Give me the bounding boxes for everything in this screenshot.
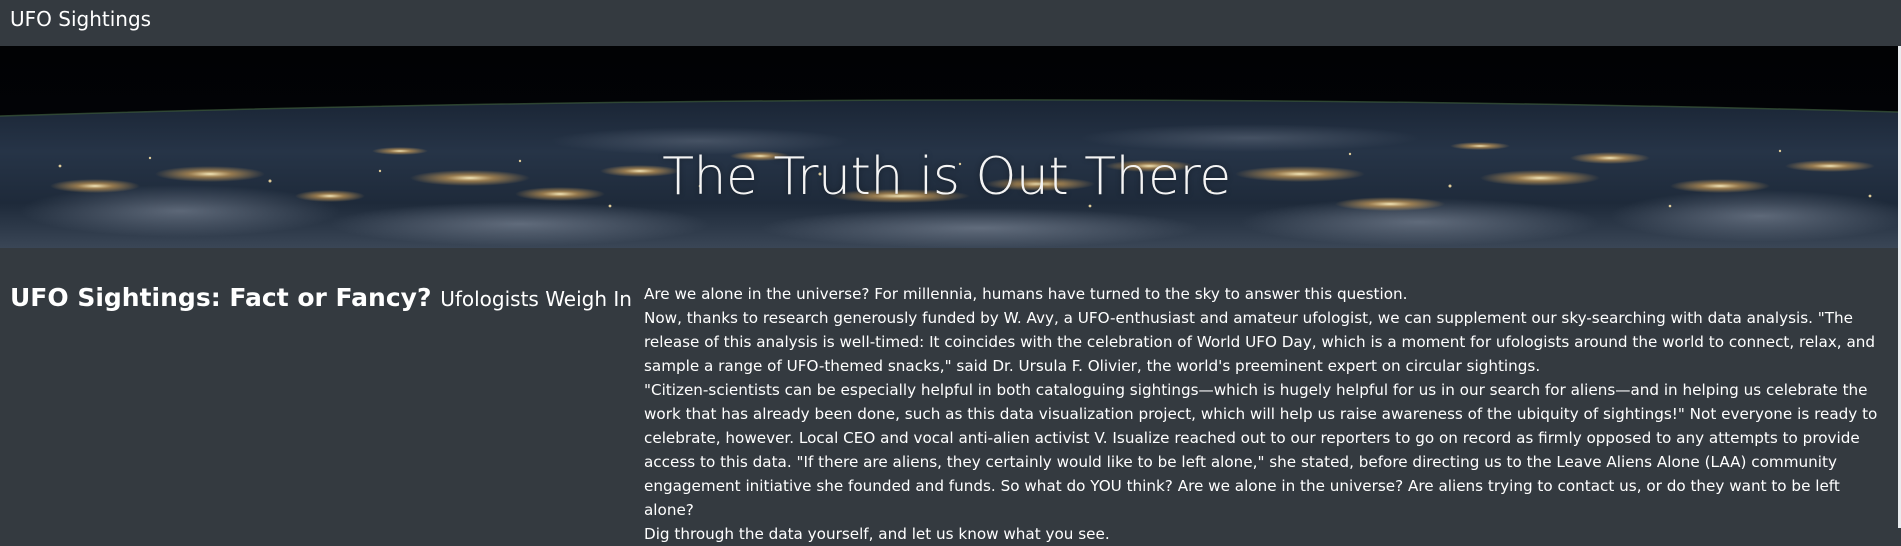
- article-heading-column: UFO Sightings: Fact or Fancy? Ufologists…: [10, 282, 632, 315]
- article-subheading: Ufologists Weigh In: [440, 287, 632, 311]
- article-paragraph: Are we alone in the universe? For millen…: [644, 285, 1408, 303]
- article-paragraph: Dig through the data yourself, and let u…: [644, 525, 1110, 543]
- article-heading-main: UFO Sightings: Fact or Fancy?: [10, 283, 432, 312]
- navbar-brand-link[interactable]: UFO Sightings: [10, 7, 151, 31]
- hero-banner: The Truth is Out There: [0, 46, 1898, 248]
- article-heading: UFO Sightings: Fact or Fancy? Ufologists…: [10, 282, 632, 315]
- article-body: Are we alone in the universe? For millen…: [644, 282, 1878, 546]
- article-paragraph: "Citizen-scientists can be especially he…: [644, 381, 1878, 519]
- hero-title: The Truth is Out There: [662, 146, 1231, 207]
- top-navbar: UFO Sightings: [0, 0, 1901, 46]
- article-paragraph: Now, thanks to research generously funde…: [644, 309, 1876, 375]
